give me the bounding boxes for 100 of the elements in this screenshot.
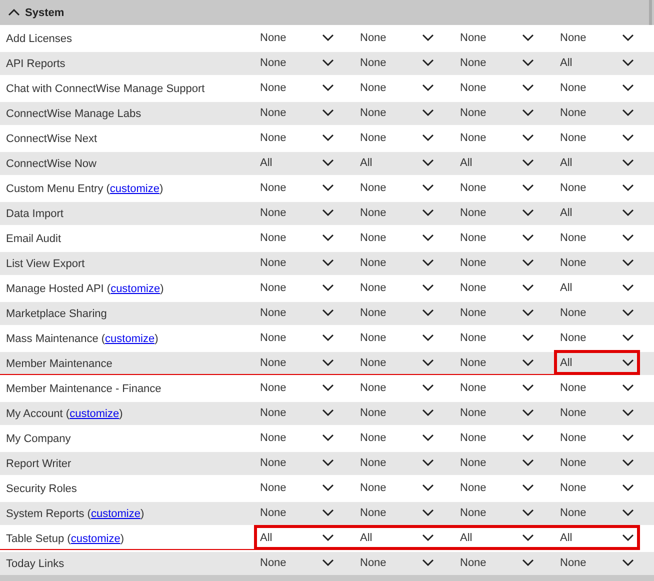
permission-dropdown[interactable]: None	[254, 250, 354, 275]
permission-dropdown[interactable]: None	[454, 275, 554, 300]
permission-dropdown[interactable]: None	[354, 25, 454, 50]
permission-dropdown[interactable]: None	[354, 350, 454, 375]
permission-dropdown[interactable]: None	[354, 375, 454, 400]
permission-dropdown[interactable]: None	[454, 475, 554, 500]
permission-dropdown[interactable]: None	[354, 550, 454, 575]
permission-dropdown[interactable]: None	[254, 275, 354, 300]
permission-dropdown[interactable]: None	[454, 175, 554, 200]
permission-dropdown[interactable]: None	[354, 425, 454, 450]
permission-dropdown[interactable]: None	[254, 400, 354, 425]
permission-dropdown[interactable]: All	[254, 150, 354, 175]
permission-dropdown[interactable]: None	[554, 425, 654, 450]
permission-dropdown[interactable]: None	[354, 75, 454, 100]
permission-dropdown[interactable]: None	[354, 400, 454, 425]
permission-dropdown[interactable]: None	[354, 250, 454, 275]
permission-dropdown[interactable]: None	[254, 75, 354, 100]
permission-dropdown[interactable]: None	[454, 50, 554, 75]
permission-dropdown[interactable]: None	[454, 325, 554, 350]
permission-dropdown[interactable]: None	[254, 350, 354, 375]
permission-dropdown[interactable]: None	[354, 175, 454, 200]
permission-dropdown[interactable]: None	[554, 475, 654, 500]
permission-dropdown[interactable]: None	[454, 225, 554, 250]
permission-dropdown[interactable]: None	[554, 225, 654, 250]
permission-dropdown[interactable]: None	[254, 450, 354, 475]
permission-dropdown[interactable]: All	[354, 525, 454, 550]
permission-dropdown[interactable]: None	[254, 550, 354, 575]
permission-dropdown[interactable]: None	[254, 375, 354, 400]
permission-dropdown[interactable]: None	[554, 375, 654, 400]
permission-dropdown[interactable]: None	[554, 75, 654, 100]
permission-dropdown[interactable]: None	[354, 475, 454, 500]
permission-dropdown[interactable]: All	[254, 525, 354, 550]
permission-dropdown[interactable]: None	[354, 225, 454, 250]
permission-dropdown[interactable]: All	[554, 50, 654, 75]
permission-dropdown[interactable]: None	[254, 200, 354, 225]
permission-dropdown[interactable]: None	[254, 475, 354, 500]
permission-dropdown[interactable]: None	[454, 500, 554, 525]
permission-dropdown[interactable]: None	[454, 75, 554, 100]
permission-dropdown[interactable]: None	[354, 125, 454, 150]
chevron-down-icon	[422, 309, 434, 316]
permission-dropdown[interactable]: None	[454, 200, 554, 225]
permission-dropdown[interactable]: None	[354, 500, 454, 525]
permission-dropdown[interactable]: None	[554, 300, 654, 325]
permission-dropdown[interactable]: None	[454, 25, 554, 50]
permission-dropdown[interactable]: None	[354, 100, 454, 125]
permission-dropdown[interactable]: None	[554, 25, 654, 50]
permission-dropdown[interactable]: All	[554, 150, 654, 175]
chevron-down-icon	[322, 534, 334, 541]
permission-dropdown[interactable]: None	[554, 175, 654, 200]
permission-dropdown[interactable]: All	[454, 525, 554, 550]
permission-dropdown[interactable]: None	[454, 425, 554, 450]
chevron-down-icon	[322, 134, 334, 141]
permission-dropdown[interactable]: All	[554, 350, 654, 375]
permission-dropdown[interactable]: None	[354, 275, 454, 300]
permission-dropdown[interactable]: None	[454, 375, 554, 400]
section-header[interactable]: System	[0, 0, 654, 25]
permission-dropdown[interactable]: None	[454, 250, 554, 275]
permission-dropdown[interactable]: None	[354, 200, 454, 225]
permission-dropdown[interactable]: None	[254, 50, 354, 75]
permission-dropdown[interactable]: All	[554, 525, 654, 550]
permission-dropdown[interactable]: None	[254, 300, 354, 325]
permission-dropdown[interactable]: None	[454, 300, 554, 325]
permission-dropdown[interactable]: None	[254, 425, 354, 450]
permission-dropdown[interactable]: None	[454, 125, 554, 150]
permission-dropdown[interactable]: None	[354, 300, 454, 325]
permission-dropdown[interactable]: None	[454, 350, 554, 375]
permission-dropdown[interactable]: None	[254, 225, 354, 250]
permission-dropdown[interactable]: None	[454, 450, 554, 475]
permission-dropdown[interactable]: None	[254, 325, 354, 350]
customize-link[interactable]: customize	[70, 408, 120, 420]
chevron-down-icon	[322, 359, 334, 366]
permission-dropdown[interactable]: None	[554, 450, 654, 475]
permission-dropdown[interactable]: All	[354, 150, 454, 175]
permission-dropdown[interactable]: None	[354, 450, 454, 475]
customize-link[interactable]: customize	[110, 282, 160, 294]
permission-dropdown[interactable]: None	[254, 500, 354, 525]
permission-dropdown[interactable]: None	[454, 550, 554, 575]
permission-dropdown[interactable]: None	[254, 100, 354, 125]
customize-link[interactable]: customize	[110, 182, 160, 194]
permission-dropdown[interactable]: None	[554, 125, 654, 150]
permission-dropdown[interactable]: None	[554, 400, 654, 425]
permission-dropdown[interactable]: None	[554, 500, 654, 525]
permission-dropdown[interactable]: None	[454, 100, 554, 125]
customize-link[interactable]: customize	[70, 532, 120, 544]
permission-dropdown[interactable]: None	[554, 100, 654, 125]
customize-link[interactable]: customize	[90, 508, 140, 520]
permission-dropdown[interactable]: None	[554, 550, 654, 575]
permission-dropdown[interactable]: All	[554, 200, 654, 225]
permission-dropdown[interactable]: None	[354, 50, 454, 75]
permission-dropdown[interactable]: None	[254, 175, 354, 200]
permission-dropdown[interactable]: None	[254, 25, 354, 50]
permission-dropdown[interactable]: None	[454, 400, 554, 425]
permission-dropdown[interactable]: None	[554, 250, 654, 275]
permission-dropdown[interactable]: All	[454, 150, 554, 175]
permission-dropdown[interactable]: None	[554, 325, 654, 350]
chevron-down-icon	[322, 234, 334, 241]
customize-link[interactable]: customize	[105, 332, 155, 344]
permission-dropdown[interactable]: All	[554, 275, 654, 300]
permission-dropdown[interactable]: None	[354, 325, 454, 350]
permission-dropdown[interactable]: None	[254, 125, 354, 150]
